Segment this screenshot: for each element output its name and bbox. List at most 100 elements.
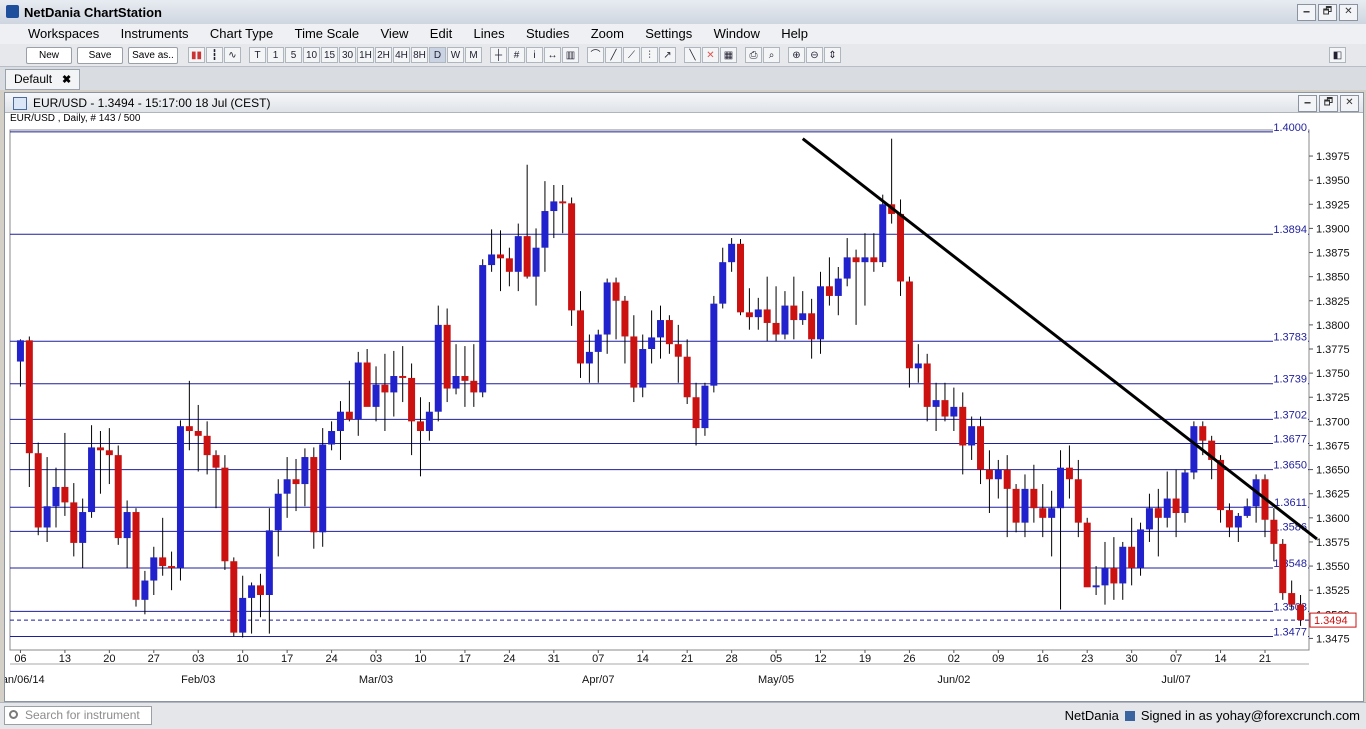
erase-line-icon[interactable]: ╲ bbox=[684, 47, 701, 63]
draw-line-icon[interactable]: ╱ bbox=[605, 47, 622, 63]
x-tick-label: 17 bbox=[459, 653, 471, 665]
candle bbox=[132, 508, 140, 607]
close-icon[interactable]: ✕ bbox=[1339, 4, 1358, 21]
save-as-button[interactable]: Save as.. bbox=[128, 47, 178, 64]
panel-toggle-icon[interactable]: ◧ bbox=[1329, 47, 1346, 63]
connection-icon bbox=[1124, 710, 1135, 721]
timescale-w-button[interactable]: W bbox=[447, 47, 464, 63]
y-tick-label: 1.3825 bbox=[1316, 296, 1350, 308]
volume-icon[interactable]: ▥ bbox=[562, 47, 579, 63]
price-chart[interactable]: 1.34751.35001.35251.35501.35751.36001.36… bbox=[5, 93, 1361, 699]
zoom-fit-icon[interactable]: ⇕ bbox=[824, 47, 841, 63]
candle-body bbox=[648, 337, 656, 349]
timescale-d-button[interactable]: D bbox=[429, 47, 446, 63]
timescale-1-button[interactable]: 1 bbox=[267, 47, 284, 63]
candle-body bbox=[808, 313, 816, 340]
candle-body bbox=[123, 512, 131, 539]
timescale-5-button[interactable]: 5 bbox=[285, 47, 302, 63]
minimize-icon[interactable]: 🗕 bbox=[1297, 4, 1316, 21]
info-icon[interactable]: i bbox=[526, 47, 543, 63]
candle-body bbox=[834, 278, 842, 296]
candle-body bbox=[1030, 488, 1038, 509]
menu-window[interactable]: Window bbox=[705, 24, 769, 44]
candle-body bbox=[1190, 426, 1198, 473]
print-preview-icon[interactable]: ⌕ bbox=[763, 47, 780, 63]
candle-body bbox=[1074, 479, 1082, 523]
candle-body bbox=[1145, 508, 1153, 530]
candle-body bbox=[114, 455, 122, 539]
candle bbox=[319, 428, 327, 547]
timescale-m-button[interactable]: M bbox=[465, 47, 482, 63]
candle-body bbox=[1243, 506, 1251, 516]
menu-chart-type[interactable]: Chart Type bbox=[201, 24, 282, 44]
zoom-in-icon[interactable]: ⊕ bbox=[788, 47, 805, 63]
delete-icon[interactable]: ✕ bbox=[702, 47, 719, 63]
candle-body bbox=[408, 377, 416, 422]
candle bbox=[479, 259, 487, 398]
search-input[interactable]: Search for instrument bbox=[4, 706, 152, 725]
candle-body bbox=[105, 450, 113, 456]
menu-zoom[interactable]: Zoom bbox=[582, 24, 633, 44]
candle-body bbox=[701, 385, 709, 429]
timescale-t-button[interactable]: T bbox=[249, 47, 266, 63]
menu-studies[interactable]: Studies bbox=[517, 24, 578, 44]
scroll-icon[interactable]: ↔ bbox=[544, 47, 561, 63]
tab-default[interactable]: Default ✖ bbox=[5, 69, 81, 90]
maximize-icon[interactable]: 🗗 bbox=[1318, 4, 1337, 21]
month-label: Jun/02 bbox=[937, 674, 970, 686]
zoom-out-icon[interactable]: ⊖ bbox=[806, 47, 823, 63]
month-label: Jan/06/14 bbox=[5, 674, 45, 686]
candle-body bbox=[852, 257, 860, 263]
timescale-1h-button[interactable]: 1H bbox=[357, 47, 374, 63]
candle-body bbox=[274, 493, 282, 531]
timescale-15-button[interactable]: 15 bbox=[321, 47, 338, 63]
menu-workspaces[interactable]: Workspaces bbox=[0, 24, 108, 44]
search-placeholder: Search for instrument bbox=[25, 708, 140, 722]
candle-body bbox=[328, 431, 336, 445]
x-tick-label: 31 bbox=[548, 653, 560, 665]
y-tick-label: 1.3850 bbox=[1316, 272, 1350, 284]
timescale-4h-button[interactable]: 4H bbox=[393, 47, 410, 63]
month-label: Jul/07 bbox=[1161, 674, 1190, 686]
candle-body bbox=[1065, 467, 1073, 480]
candle-body bbox=[923, 363, 931, 407]
candle-body bbox=[1101, 567, 1109, 586]
draw-trend-icon[interactable]: ⟋ bbox=[623, 47, 640, 63]
timescale-2h-button[interactable]: 2H bbox=[375, 47, 392, 63]
candle-body bbox=[674, 344, 682, 357]
timescale-30-button[interactable]: 30 bbox=[339, 47, 356, 63]
menu-lines[interactable]: Lines bbox=[465, 24, 514, 44]
menu-view[interactable]: View bbox=[372, 24, 418, 44]
print-icon[interactable]: ⎙ bbox=[745, 47, 762, 63]
fibonacci-icon[interactable]: ⫶ bbox=[641, 47, 658, 63]
title-bar: NetDania ChartStation 🗕 🗗 ✕ bbox=[0, 0, 1366, 25]
candle-body bbox=[559, 201, 567, 204]
candle-chart-icon[interactable]: ┇ bbox=[206, 47, 223, 63]
candle-body bbox=[843, 257, 851, 279]
studies-icon[interactable]: ▦ bbox=[720, 47, 737, 63]
line-chart-icon[interactable]: ∿ bbox=[224, 47, 241, 63]
x-tick-label: 12 bbox=[814, 653, 826, 665]
menu-time-scale[interactable]: Time Scale bbox=[286, 24, 369, 44]
bar-chart-icon[interactable]: ▮▮ bbox=[188, 47, 205, 63]
candle-body bbox=[301, 457, 309, 485]
candle-body bbox=[88, 447, 96, 513]
tab-close-icon[interactable]: ✖ bbox=[62, 74, 71, 86]
menu-edit[interactable]: Edit bbox=[421, 24, 461, 44]
candle-body bbox=[603, 282, 611, 335]
crosshair-icon[interactable]: ┼ bbox=[490, 47, 507, 63]
menu-help[interactable]: Help bbox=[772, 24, 817, 44]
grid-icon[interactable]: # bbox=[508, 47, 525, 63]
menu-settings[interactable]: Settings bbox=[636, 24, 701, 44]
candle bbox=[114, 445, 122, 545]
pointer-icon[interactable]: ↗ bbox=[659, 47, 676, 63]
timescale-10-button[interactable]: 10 bbox=[303, 47, 320, 63]
candle-body bbox=[1128, 546, 1136, 568]
timescale-8h-button[interactable]: 8H bbox=[411, 47, 428, 63]
menu-instruments[interactable]: Instruments bbox=[112, 24, 198, 44]
save-button[interactable]: Save bbox=[77, 47, 123, 64]
candle-body bbox=[292, 479, 300, 485]
draw-curve-icon[interactable]: ⌒ bbox=[587, 47, 604, 63]
new-button[interactable]: New bbox=[26, 47, 72, 64]
x-tick-label: 07 bbox=[1170, 653, 1182, 665]
